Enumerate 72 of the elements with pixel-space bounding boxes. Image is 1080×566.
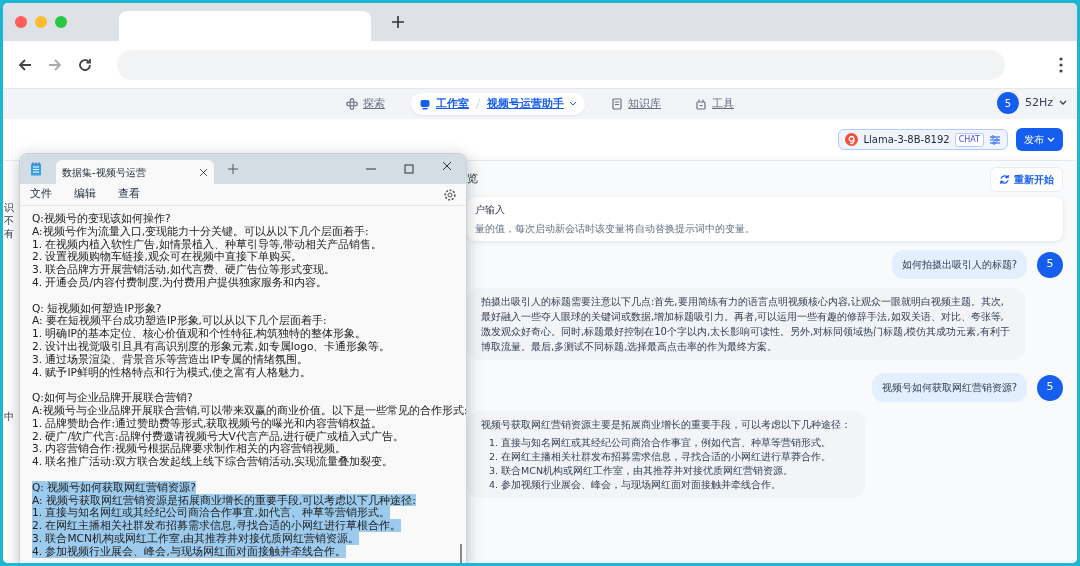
panel-text: 中 [4,410,14,423]
nav-tab[interactable]: 工具 [687,92,742,116]
list-item: 1. 直接与知名网红或其经纪公司商洽合作事宜，例如代言、种草等营销形式。 [489,436,833,450]
menu-item[interactable]: 编辑 [74,186,96,203]
caret-icon [569,101,577,107]
maximize-window-icon[interactable] [55,16,67,28]
scrollbar[interactable] [460,544,462,563]
breadcrumb-separator [474,98,482,110]
close-icon[interactable] [199,167,208,177]
user-avatar: 5 [1037,251,1063,278]
text-line: Q: 短视频如何塑造IP形象? [32,301,162,315]
user-message: 如何拍摄出吸引人的标题? [891,250,1027,279]
model-selector[interactable]: Llama-3-8B-8192 CHAT [838,129,1008,150]
card-title: 户输入 [475,203,506,217]
new-tab-icon[interactable] [391,15,405,29]
nav-tab[interactable]: 知识库 [603,92,669,116]
nav-tab[interactable]: 探索 [338,92,393,116]
card-description: 量的值，每次启动新会话时该变量将自动替换提示词中的变量。 [475,222,756,236]
forward-icon[interactable] [47,56,63,73]
text-line: 4. 联名推广活动:双方联合发起线上线下综合营销活动,实现流量叠加裂变。 [32,455,394,468]
toolbox-icon [695,98,707,110]
user-avatar: 5 [1037,374,1063,401]
text-line: 3. 通过场景渲染、背景音乐等营造出IP专属的情绪氛围。 [32,352,308,366]
panel-title: 览 [467,171,478,188]
book-icon [611,98,623,110]
model-tag: CHAT [954,132,984,147]
text-line: 1. 品牌赞助合作:通过赞助费等形式,获取视频号的曝光和内容营销权益。 [32,416,383,430]
menu-item[interactable]: 文件 [30,186,52,203]
publish-button[interactable]: 发布 [1016,128,1063,151]
settings-icon[interactable] [989,134,1001,145]
explore-icon [346,98,358,110]
notepad-icon [30,162,42,176]
back-icon[interactable] [17,56,33,73]
list-item: 2. 在网红主播相关社群发布招募需求信息，寻找合适的小网红进行草莽合作。 [489,450,833,464]
text-line: 2. 设置视频购物车链接,观众可在视频中直接下单购买。 [32,250,302,264]
text-line: 1. 在视频内植入软性广告,如情景植入、种草引导等,带动相关产品销售。 [32,237,383,251]
text-line: Q:视频号的变现该如何操作? [32,212,171,225]
text-line: 2. 设计出视觉吸引且具有高识别度的形象元素,如专属logo、卡通形象等。 [32,339,391,353]
text-line: 1. 明确IP的基本定位、核心价值观和个性特征,构筑独特的整体形象。 [32,327,367,340]
menu-icon[interactable] [1059,56,1063,73]
user-avatar[interactable]: 5 [996,92,1019,114]
text-line: A:视频号作为流量入口,变现能力十分关键。可以从以下几个层面着手: [32,224,369,238]
text-line: 2. 硬广/软广代言:品牌付费邀请视频号大V代言产品,进行硬广或植入式广告。 [32,429,405,443]
menu-item[interactable]: 查看 [118,186,140,203]
text-line: 3. 内容营销合作:视频号根据品牌要求制作相关的内容营销视频。 [32,442,347,456]
nav-tab[interactable]: 工作室 视频号运营助手 [411,92,585,116]
panel-text: 识 [4,201,14,214]
panel-text: 不 [4,214,14,227]
text-line: A:视频号与企业品牌开展联合营销,可以带来双赢的商业价值。以下是一些常见的合作形式: [32,403,466,417]
message-text: 拍摄出吸引人的标题需要注意以下几点:首先,要用简练有力的语言点明视频核心内容,让观众一眼就明白视频主题。其次,最好融入一些夺人眼球的关键词或数据,增加标题吸引力。再者,可以运用一些有趣的修辞手法,如双关语、对比、夸张等,激发观众好奇心。同时,标题最好控制在10个字以内,太长影响可读性。另外,对标同领域热门标题,模仿其成功元素,有利于博取流量。最后,多测试不同标题,选择最高点击率的作为最终方案。 [481,295,1011,354]
file-tab[interactable]: 数据集-视频号运营 [56,160,214,184]
list-item: 4. 参加视频行业展会、峰会，与现场网红面对面接触并牵线合作。 [489,478,783,492]
text-line: 3. 联合品牌方开展营销活动,如代言费、硬广告位等形式变现。 [32,263,335,276]
panel-text: 有 [4,227,14,240]
settings-icon[interactable] [444,188,456,201]
new-tab-icon[interactable] [228,164,238,174]
user-name[interactable]: 52Hz [1024,94,1053,112]
caret-icon [1047,137,1055,143]
caret-icon[interactable] [1059,100,1067,106]
restart-button[interactable]: 重新开始 [990,167,1063,192]
reload-icon[interactable] [77,56,93,73]
model-logo-icon [845,133,859,146]
close-window-icon[interactable] [15,16,27,28]
text-line: Q:如何与企业品牌开展联合营销? [32,391,193,404]
text-line: 4. 赋予IP鲜明的性格特点和行为模式,使之富有人格魅力。 [32,365,312,379]
message-text: 视频号获取网红营销资源主要是拓展商业增长的重要手段，可以考虑以下几种途径： [481,418,851,432]
text-line: A: 要在短视频平台成功塑造IP形象,可以从以下几个层面着手: [32,314,327,328]
robot-icon [419,98,431,110]
text-line: 4. 开通会员/内容付费制度,为付费用户提供独家服务和内容。 [32,276,328,289]
list-item: 3. 联合MCN机构或网红工作室，由其推荐并对接优质网红营销资源。 [489,464,795,478]
user-message: 视频号如何获取网红营销资源? [871,373,1027,402]
refresh-icon [999,174,1010,185]
